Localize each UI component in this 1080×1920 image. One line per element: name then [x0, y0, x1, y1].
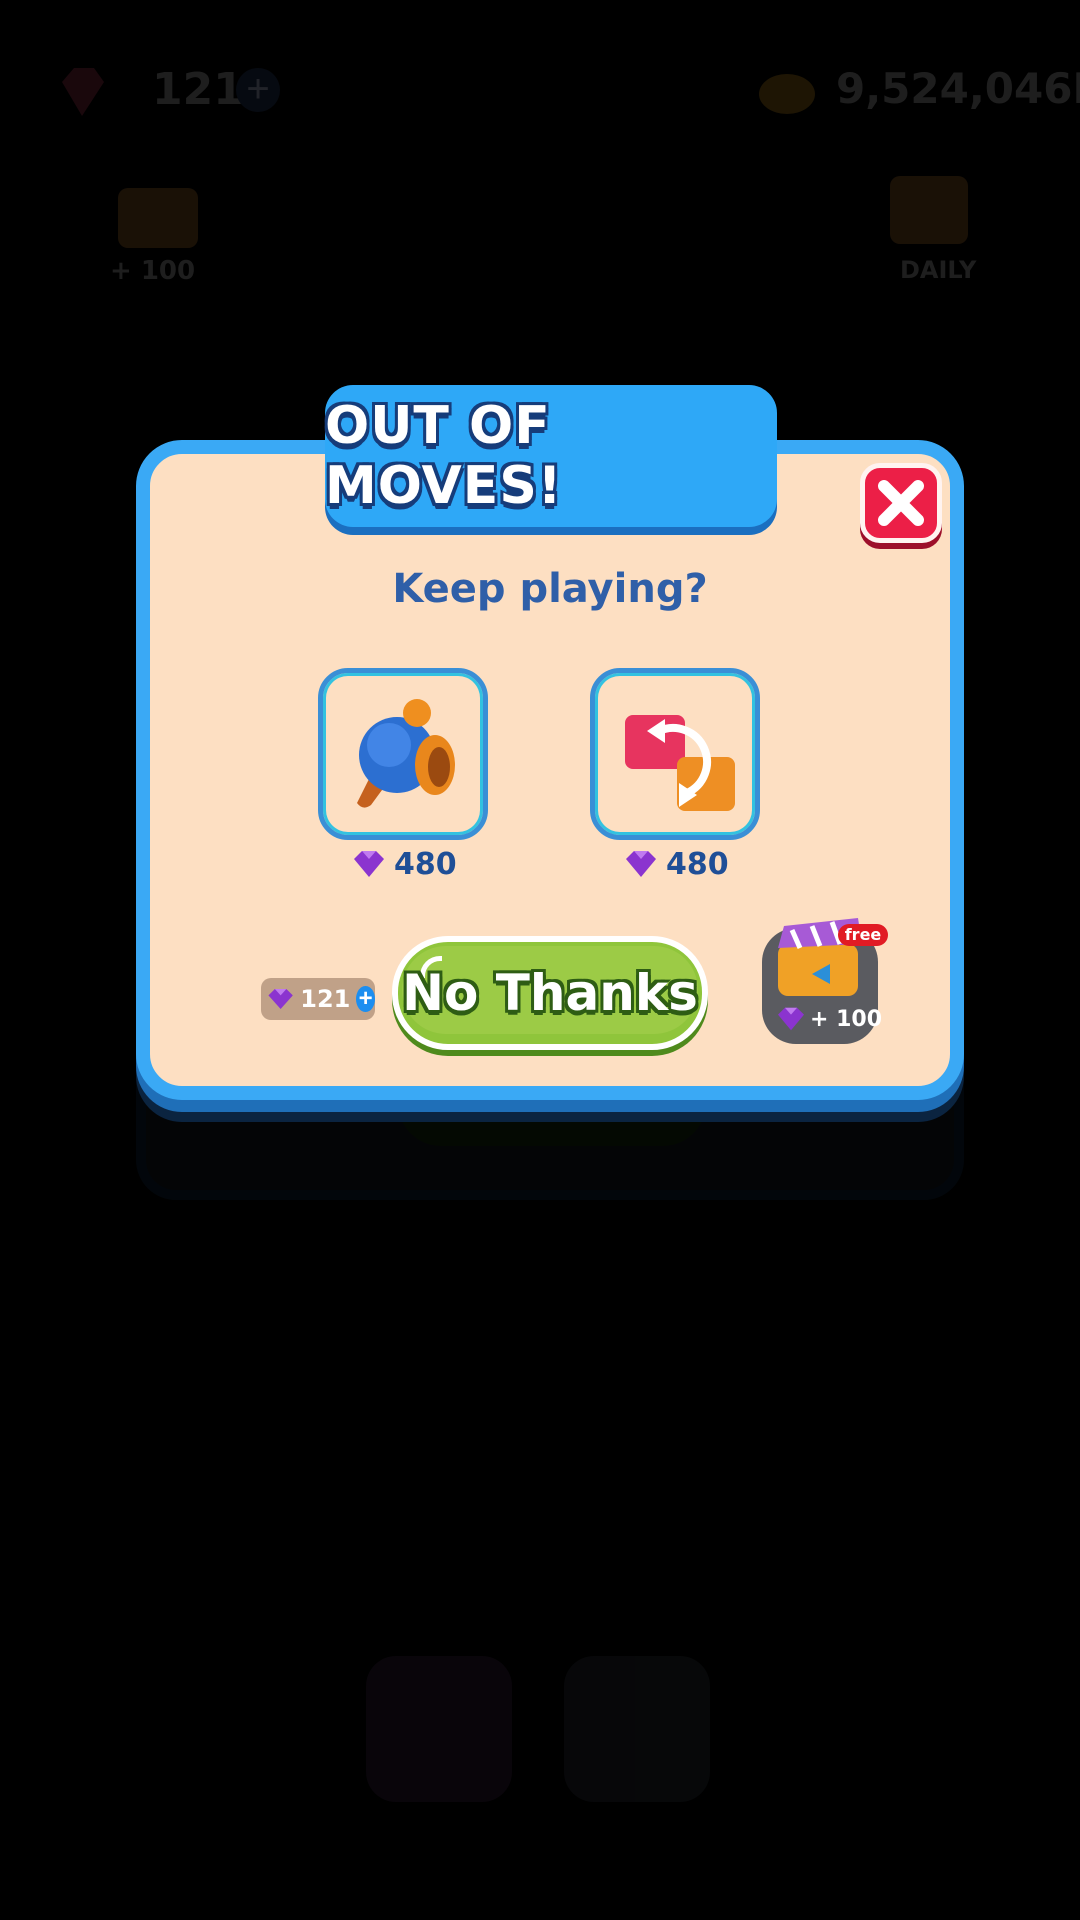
coin-count: 9,524,046K — [836, 64, 1080, 113]
swap-icon — [625, 715, 735, 811]
no-thanks-button[interactable]: No Thanks — [392, 936, 708, 1050]
gem-balance[interactable]: 121 + — [261, 978, 375, 1020]
settings-button[interactable] — [564, 1656, 710, 1802]
swap-price: 480 — [624, 844, 729, 884]
profile-button[interactable] — [366, 1656, 512, 1802]
gem-icon — [354, 851, 384, 877]
free-badge: free — [838, 924, 888, 946]
free-reward-amount: + 100 — [776, 1006, 882, 1032]
hammer-booster-button[interactable] — [318, 668, 488, 840]
gem-icon — [268, 988, 293, 1010]
gem-icon — [62, 68, 104, 116]
gem-count: 121 — [152, 64, 244, 115]
hammer-icon — [357, 699, 455, 808]
chest-icon[interactable] — [110, 168, 206, 258]
daily-label: DAILY — [900, 256, 977, 284]
gem-icon — [778, 1007, 804, 1031]
gem-icon — [626, 851, 656, 877]
add-gems-button[interactable]: + — [236, 68, 280, 112]
chest-reward-label: + 100 — [110, 256, 196, 286]
title-banner: OUT OF MOVES! — [325, 385, 777, 527]
hammer-price: 480 — [352, 844, 457, 884]
dialog-title: OUT OF MOVES! — [325, 396, 563, 516]
swap-booster-button[interactable] — [590, 668, 760, 840]
no-thanks-label: No Thanks — [402, 964, 698, 1022]
add-gems-icon[interactable]: + — [356, 986, 375, 1012]
calendar-icon[interactable] — [884, 170, 974, 250]
close-icon — [878, 480, 924, 526]
close-button[interactable] — [860, 463, 942, 543]
dialog-subtitle: Keep playing? — [392, 566, 708, 612]
coin-icon — [759, 74, 815, 114]
